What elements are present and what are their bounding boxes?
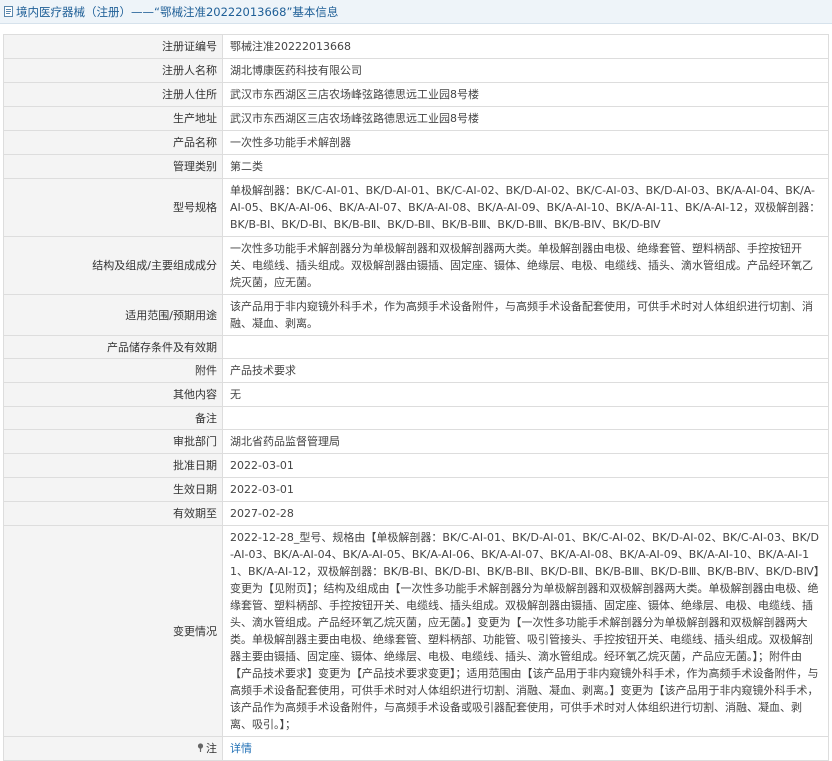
row-registrant-address: 注册人住所 武汉市东西湖区三店农场峰弦路德思远工业园8号楼: [3, 82, 829, 107]
row-value: 详情: [222, 736, 829, 761]
row-label: 备注: [3, 406, 223, 430]
note-label-text: 注: [206, 741, 217, 755]
row-label: 注: [3, 736, 223, 761]
row-product-name: 产品名称 一次性多功能手术解剖器: [3, 130, 829, 155]
row-value: 2022-03-01: [222, 453, 829, 478]
row-other-content: 其他内容 无: [3, 382, 829, 407]
row-intended-use: 适用范围/预期用途 该产品用于非内窥镜外科手术，作为高频手术设备附件，与高频手术…: [3, 294, 829, 336]
detail-table: 注册证编号 鄂械注准20222013668 注册人名称 湖北博康医药科技有限公司…: [3, 34, 829, 761]
row-valid-until: 有效期至 2027-02-28: [3, 501, 829, 526]
row-value: 无: [222, 382, 829, 407]
row-value: 一次性多功能手术解剖器分为单极解剖器和双极解剖器两大类。单极解剖器由电极、绝缘套…: [222, 236, 829, 295]
row-value: 该产品用于非内窥镜外科手术，作为高频手术设备附件，与高频手术设备配套使用，可供手…: [222, 294, 829, 336]
detail-table-wrap: 注册证编号 鄂械注准20222013668 注册人名称 湖北博康医药科技有限公司…: [3, 34, 829, 761]
row-label: 生效日期: [3, 477, 223, 502]
row-change-history: 变更情况 2022-12-28_型号、规格由【单极解剖器：BK/C-AⅠ-01、…: [3, 525, 829, 737]
title-bar: 境内医疗器械（注册）——“鄂械注准20222013668”基本信息: [0, 0, 832, 24]
row-value: 湖北博康医药科技有限公司: [222, 58, 829, 83]
row-registrant-name: 注册人名称 湖北博康医药科技有限公司: [3, 58, 829, 83]
row-value: [222, 335, 829, 359]
row-attachment: 附件 产品技术要求: [3, 358, 829, 383]
row-registration-number: 注册证编号 鄂械注准20222013668: [3, 34, 829, 59]
row-storage-validity: 产品储存条件及有效期: [3, 335, 829, 359]
row-value: 湖北省药品监督管理局: [222, 429, 829, 454]
row-label: 有效期至: [3, 501, 223, 526]
row-note: 注 详情: [3, 736, 829, 761]
row-production-address: 生产地址 武汉市东西湖区三店农场峰弦路德思远工业园8号楼: [3, 106, 829, 131]
row-effective-date: 生效日期 2022-03-01: [3, 477, 829, 502]
row-value: 一次性多功能手术解剖器: [222, 130, 829, 155]
row-model-spec: 型号规格 单极解剖器：BK/C-AⅠ-01、BK/D-AⅠ-01、BK/C-AⅠ…: [3, 178, 829, 237]
row-value: 单极解剖器：BK/C-AⅠ-01、BK/D-AⅠ-01、BK/C-AⅠ-02、B…: [222, 178, 829, 237]
details-link[interactable]: 详情: [230, 742, 252, 755]
row-label: 型号规格: [3, 178, 223, 237]
row-label: 管理类别: [3, 154, 223, 179]
row-label: 注册人住所: [3, 82, 223, 107]
row-value: 2022-12-28_型号、规格由【单极解剖器：BK/C-AⅠ-01、BK/D-…: [222, 525, 829, 737]
row-label: 产品名称: [3, 130, 223, 155]
row-value: 武汉市东西湖区三店农场峰弦路德思远工业园8号楼: [222, 106, 829, 131]
row-remarks: 备注: [3, 406, 829, 430]
row-management-category: 管理类别 第二类: [3, 154, 829, 179]
row-label: 附件: [3, 358, 223, 383]
row-label: 变更情况: [3, 525, 223, 737]
row-label: 产品储存条件及有效期: [3, 335, 223, 359]
pin-icon: [197, 740, 204, 757]
row-approval-department: 审批部门 湖北省药品监督管理局: [3, 429, 829, 454]
row-label: 注册证编号: [3, 34, 223, 59]
row-value: [222, 406, 829, 430]
row-value: 鄂械注准20222013668: [222, 34, 829, 59]
row-approval-date: 批准日期 2022-03-01: [3, 453, 829, 478]
row-value: 武汉市东西湖区三店农场峰弦路德思远工业园8号楼: [222, 82, 829, 107]
row-structure-composition: 结构及组成/主要组成成分 一次性多功能手术解剖器分为单极解剖器和双极解剖器两大类…: [3, 236, 829, 295]
row-label: 批准日期: [3, 453, 223, 478]
row-value: 产品技术要求: [222, 358, 829, 383]
row-value: 2027-02-28: [222, 501, 829, 526]
row-label: 适用范围/预期用途: [3, 294, 223, 336]
row-label: 结构及组成/主要组成成分: [3, 236, 223, 295]
row-label: 其他内容: [3, 382, 223, 407]
page-title: 境内医疗器械（注册）——“鄂械注准20222013668”基本信息: [16, 4, 339, 19]
row-value: 第二类: [222, 154, 829, 179]
row-label: 审批部门: [3, 429, 223, 454]
document-icon: [3, 6, 13, 18]
row-label: 注册人名称: [3, 58, 223, 83]
row-label: 生产地址: [3, 106, 223, 131]
row-value: 2022-03-01: [222, 477, 829, 502]
